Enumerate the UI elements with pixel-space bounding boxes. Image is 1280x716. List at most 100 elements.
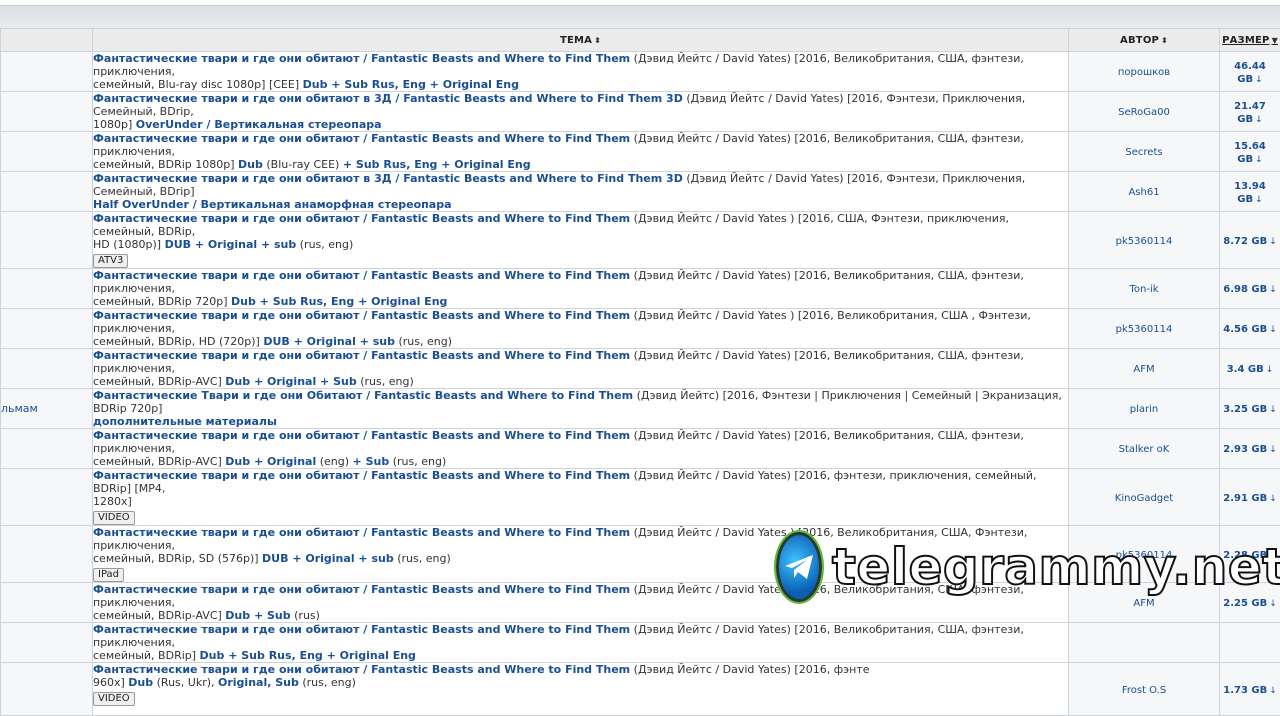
topic-line: семейный, Blu-ray disc 1080p] [CEE] Dub … — [93, 78, 1068, 91]
col-author-header[interactable]: АВТОР⬍ — [1069, 29, 1220, 52]
col-size-header[interactable]: РАЗМЕР▼ — [1220, 29, 1280, 52]
topic-line: Фантастические твари и где они обитают /… — [93, 623, 1068, 649]
download-arrow-icon[interactable]: ↓ — [1266, 365, 1274, 375]
topic-line: семейный, BDRip 1080p] Dub (Blu-ray CEE)… — [93, 158, 1068, 171]
topic-link[interactable]: дополнительные материалы — [93, 415, 277, 428]
download-arrow-icon[interactable]: ↓ — [1269, 599, 1277, 609]
topic-link[interactable]: DUB + Original + sub — [165, 238, 297, 251]
topic-line: семейный, BDRip, HD (720p)] DUB + Origin… — [93, 335, 1068, 348]
topic-link[interactable]: Фантастические твари и где они обитают /… — [93, 349, 630, 362]
size-download-link[interactable]: 3.4 GB — [1227, 364, 1264, 375]
table-row: Фантастические твари и где они обитают /… — [1, 429, 1280, 469]
topic-link[interactable]: Фантастические твари и где они обитают /… — [93, 309, 630, 322]
size-cell: 2.93 GB↓ — [1220, 429, 1280, 469]
size-download-link[interactable]: 4.56 GB — [1223, 324, 1267, 335]
topic-link[interactable]: Фантастические твари и где они обитают /… — [93, 623, 630, 636]
download-arrow-icon[interactable]: ↓ — [1255, 195, 1263, 205]
download-arrow-icon[interactable]: ↓ — [1269, 325, 1277, 335]
col-topic-header[interactable]: ТЕМА⬍ — [93, 29, 1069, 52]
topic-cell: Фантастические твари и где они обитают /… — [93, 269, 1069, 309]
topic-link[interactable]: Фантастические твари и где они обитают /… — [93, 269, 630, 282]
topic-link[interactable]: Half OverUnder / Вертикальная анаморфная… — [93, 198, 452, 211]
download-arrow-icon[interactable]: ↓ — [1255, 155, 1263, 165]
author-link[interactable]: Ton-ik — [1129, 284, 1158, 295]
topic-link[interactable]: Фантастические твари и где они обитают в… — [93, 172, 683, 185]
author-cell: Ton-ik — [1069, 269, 1220, 309]
download-arrow-icon[interactable]: ↓ — [1255, 75, 1263, 85]
topic-details: семейный, BDRip 720p] — [93, 295, 231, 308]
topic-details: 960x] — [93, 676, 128, 689]
author-link[interactable]: pk5360114 — [1116, 236, 1173, 247]
topic-link[interactable]: Original, Sub — [218, 676, 299, 689]
topic-link[interactable]: Фантастические твари и где они обитают /… — [93, 132, 630, 145]
topic-link[interactable]: Dub + Sub Rus, Eng + Original Eng — [303, 78, 519, 91]
topic-link[interactable]: Dub + Sub — [225, 609, 290, 622]
author-cell: Ash61 — [1069, 172, 1220, 212]
format-tag[interactable]: VIDEO — [93, 511, 135, 525]
topic-details: семейный, BDRip-AVC] — [93, 375, 225, 388]
topic-link[interactable]: Dub + Original + Sub — [225, 375, 356, 388]
topic-link[interactable]: Фантастические твари и где они обитают /… — [93, 663, 630, 676]
topic-link[interactable]: Dub — [128, 676, 153, 689]
topic-link[interactable]: Фантастические твари и где они обитают /… — [93, 583, 630, 596]
topic-link[interactable]: Фантастические твари и где они обитают в… — [93, 92, 683, 105]
format-tag[interactable]: VIDEO — [93, 692, 135, 706]
download-arrow-icon[interactable]: ↓ — [1269, 686, 1277, 696]
topic-link[interactable]: Dub — [238, 158, 263, 171]
topic-cell: Фантастические твари и где они обитают /… — [93, 349, 1069, 389]
author-link[interactable]: KinoGadget — [1115, 493, 1173, 504]
author-link[interactable]: Stalker oK — [1119, 444, 1170, 455]
download-arrow-icon[interactable]: ↓ — [1269, 445, 1277, 455]
size-download-link[interactable]: 2.91 GB — [1223, 493, 1267, 504]
download-arrow-icon[interactable]: ↓ — [1269, 405, 1277, 415]
topic-link[interactable]: Фантастические твари и где они обитают /… — [93, 429, 630, 442]
size-download-link[interactable]: 3.25 GB — [1223, 404, 1267, 415]
format-tag[interactable]: ATV3 — [93, 254, 128, 268]
topic-link[interactable]: + Sub Rus, Eng + Original Eng — [343, 158, 531, 171]
topic-link[interactable]: Фантастические Твари и где они Обитают /… — [93, 389, 633, 402]
size-download-link[interactable]: 2.93 GB — [1223, 444, 1267, 455]
topic-line: Фантастические твари и где они обитают /… — [93, 212, 1068, 238]
author-cell: AFM — [1069, 349, 1220, 389]
author-link[interactable]: pk5360114 — [1116, 324, 1173, 335]
row-left-cell — [1, 269, 93, 309]
topic-line: Фантастические твари и где они обитают в… — [93, 172, 1068, 198]
size-download-link[interactable]: 6.98 GB — [1223, 284, 1267, 295]
topic-details: семейный, BDRip, SD (576p)] — [93, 552, 262, 565]
author-link[interactable]: AFM — [1133, 364, 1154, 375]
download-arrow-icon[interactable]: ↓ — [1255, 115, 1263, 125]
author-link[interactable]: plarin — [1130, 404, 1158, 415]
topic-details: 1280x] — [93, 495, 132, 508]
author-link[interactable]: Secrets — [1125, 147, 1162, 158]
topic-link[interactable]: + Sub — [353, 455, 390, 468]
topic-link[interactable]: Фантастические твари и где они обитают /… — [93, 526, 630, 539]
topic-cell: Фантастические Твари и где они Обитают /… — [93, 389, 1069, 429]
topic-line: Фантастические твари и где они обитают /… — [93, 429, 1068, 455]
table-row: Фантастические твари и где они обитают в… — [1, 92, 1280, 132]
author-link[interactable]: SeRoGa00 — [1118, 107, 1170, 118]
download-arrow-icon[interactable]: ↓ — [1269, 285, 1277, 295]
author-link[interactable]: Frost O.S — [1122, 685, 1166, 696]
topic-link[interactable]: Фантастические твари и где они обитают /… — [93, 52, 630, 65]
author-link[interactable]: Ash61 — [1128, 187, 1159, 198]
size-download-link[interactable]: 1.73 GB — [1223, 685, 1267, 696]
size-download-link[interactable]: 8.72 GB — [1223, 236, 1267, 247]
topic-link[interactable]: Dub + Sub Rus, Eng + Original Eng — [200, 649, 416, 662]
topic-link[interactable]: DUB + Original + sub — [262, 552, 394, 565]
topic-link[interactable]: Dub + Sub Rus, Eng + Original Eng — [231, 295, 447, 308]
topic-details: HD (1080p)] — [93, 238, 165, 251]
topic-link[interactable]: Dub + Original — [225, 455, 316, 468]
author-cell: Stalker oK — [1069, 429, 1220, 469]
download-arrow-icon[interactable]: ↓ — [1269, 494, 1277, 504]
topic-link[interactable]: DUB + Original + sub — [263, 335, 395, 348]
sort-icon: ⬍ — [1161, 36, 1168, 45]
format-tag[interactable]: IPad — [93, 568, 124, 582]
topic-link[interactable]: Фантастические твари и где они обитают /… — [93, 469, 630, 482]
topic-line: Фантастические твари и где они обитают /… — [93, 663, 1068, 676]
author-link[interactable]: порошков — [1118, 67, 1170, 78]
download-arrow-icon[interactable]: ↓ — [1269, 237, 1277, 247]
row-left-cell — [1, 429, 93, 469]
topic-link[interactable]: OverUnder / Вертикальная стереопара — [136, 118, 382, 131]
row-left-cell — [1, 309, 93, 349]
topic-link[interactable]: Фантастические твари и где они обитают /… — [93, 212, 630, 225]
